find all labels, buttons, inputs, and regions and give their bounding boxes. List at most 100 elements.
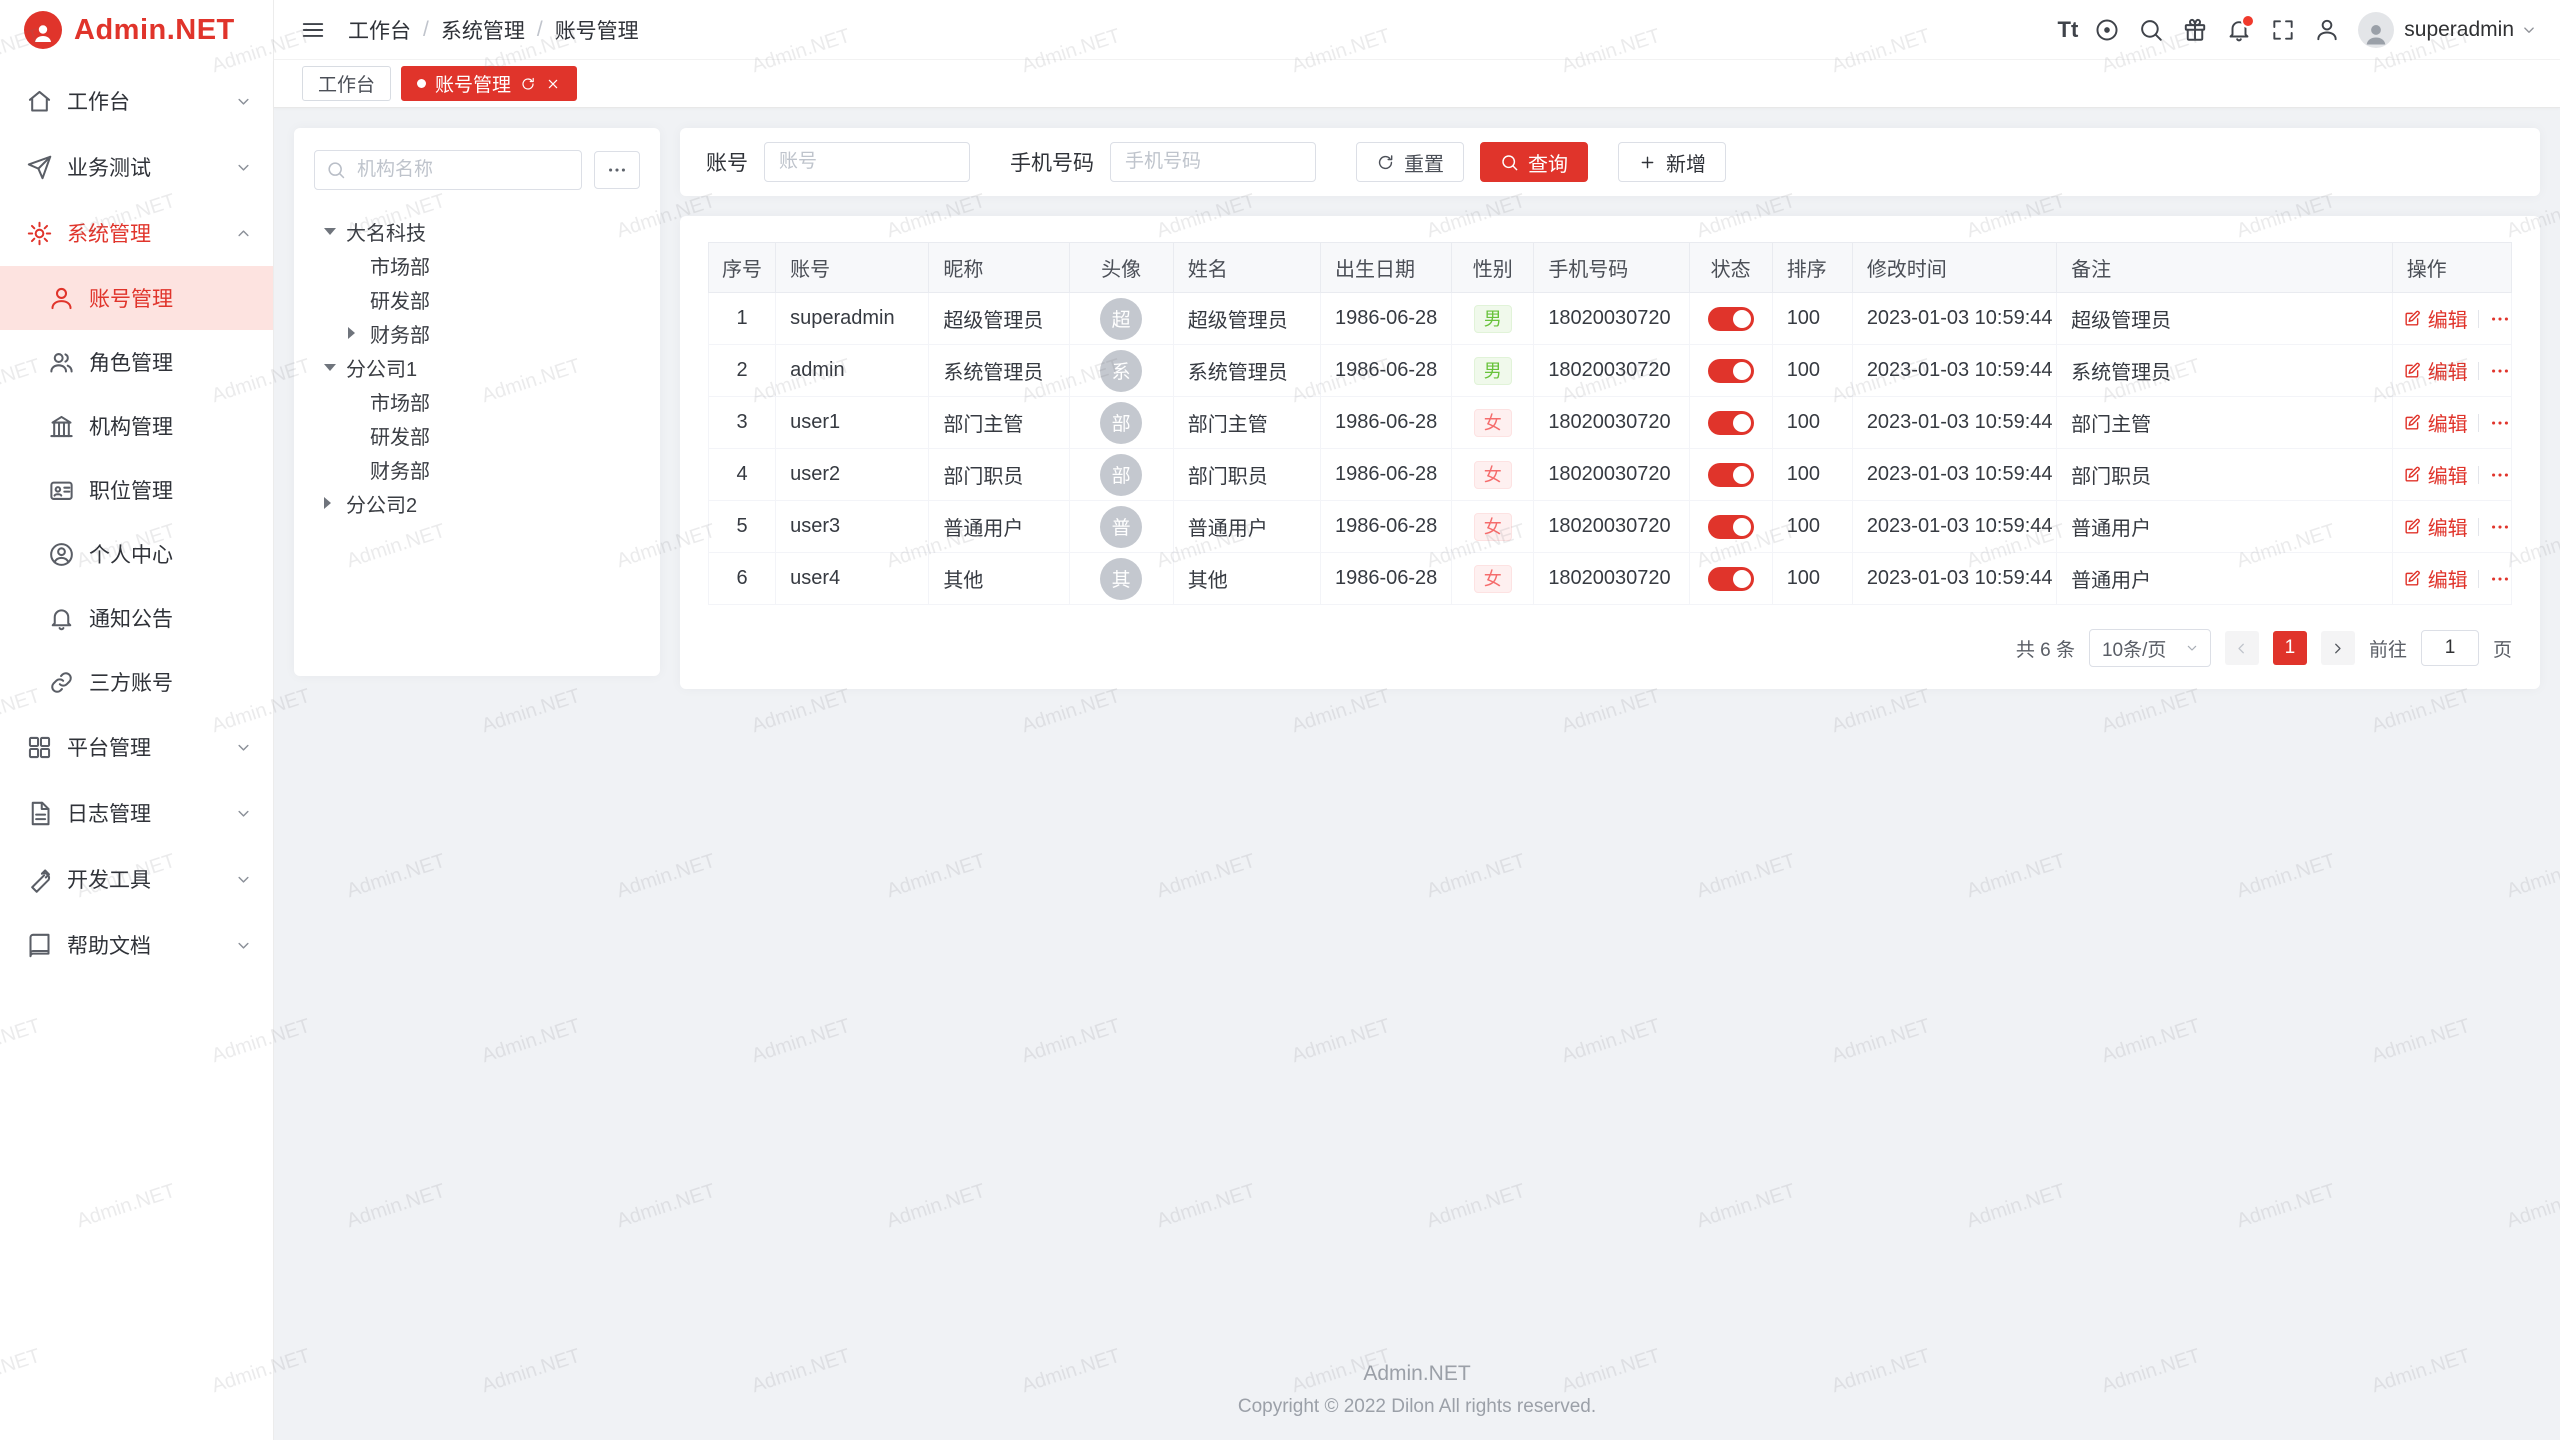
- org-search-input[interactable]: [314, 150, 582, 190]
- edit-button[interactable]: 编辑: [2403, 460, 2468, 489]
- sidebar-item-org-management[interactable]: 机构管理: [0, 394, 273, 458]
- gender-badge: 男: [1474, 305, 1512, 333]
- sidebar-item-position-management[interactable]: 职位管理: [0, 458, 273, 522]
- tree-node[interactable]: 研发部: [314, 282, 640, 316]
- hamburger-icon[interactable]: [300, 17, 326, 43]
- toggle-knob: [1733, 362, 1751, 380]
- breadcrumb-item[interactable]: 工作台: [348, 15, 411, 45]
- sidebar-item-notice-announcement[interactable]: 通知公告: [0, 586, 273, 650]
- tree-node[interactable]: 财务部: [314, 316, 640, 350]
- page-footer: Admin.NET Copyright © 2022 Dilon All rig…: [274, 1362, 2560, 1440]
- column-header: 修改时间: [1852, 243, 2056, 293]
- tree-node[interactable]: 财务部: [314, 452, 640, 486]
- caret-down-icon[interactable]: [324, 364, 346, 371]
- account-info-icon[interactable]: [2306, 9, 2348, 51]
- sidebar-item-dev-tools[interactable]: 开发工具: [0, 846, 273, 912]
- tree-node[interactable]: 分公司2: [314, 486, 640, 520]
- column-header: 头像: [1069, 243, 1173, 293]
- caret-right-icon[interactable]: [348, 327, 370, 339]
- page-number-1[interactable]: 1: [2273, 631, 2307, 665]
- gender-badge: 女: [1474, 513, 1512, 541]
- sidebar-item-third-party-account[interactable]: 三方账号: [0, 650, 273, 714]
- cell-name: 其他: [1173, 553, 1320, 605]
- next-page-button[interactable]: [2321, 631, 2355, 665]
- tree-node[interactable]: 大名科技: [314, 214, 640, 248]
- more-actions-button[interactable]: [2489, 412, 2511, 434]
- sidebar-item-personal-center[interactable]: 个人中心: [0, 522, 273, 586]
- more-actions-button[interactable]: [2489, 464, 2511, 486]
- tree-node[interactable]: 分公司1: [314, 350, 640, 384]
- account-input[interactable]: [764, 142, 970, 182]
- notification-icon[interactable]: [2218, 9, 2260, 51]
- caret-right-icon[interactable]: [324, 497, 346, 509]
- breadcrumb-item[interactable]: 系统管理: [441, 15, 525, 45]
- cell-status: [1689, 345, 1772, 397]
- tab-工作台[interactable]: 工作台: [302, 66, 391, 101]
- sidebar-item-log-management[interactable]: 日志管理: [0, 780, 273, 846]
- chevron-down-icon: [2520, 21, 2538, 39]
- role-icon: [48, 349, 75, 376]
- cell-account: user3: [776, 501, 929, 553]
- tree-node[interactable]: 研发部: [314, 418, 640, 452]
- cell-account: user4: [776, 553, 929, 605]
- search-icon[interactable]: [2130, 9, 2172, 51]
- sidebar-item-account-management[interactable]: 账号管理: [0, 266, 273, 330]
- status-toggle[interactable]: [1708, 307, 1754, 331]
- sidebar-item-role-management[interactable]: 角色管理: [0, 330, 273, 394]
- fullscreen-icon[interactable]: [2262, 9, 2304, 51]
- action-divider: [2478, 518, 2479, 536]
- reset-button[interactable]: 重置: [1356, 142, 1464, 182]
- sidebar-item-workbench[interactable]: 工作台: [0, 68, 273, 134]
- prev-page-button[interactable]: [2225, 631, 2259, 665]
- cell-modified-time: 2023-01-03 10:59:44: [1852, 293, 2056, 345]
- status-toggle[interactable]: [1708, 567, 1754, 591]
- sidebar-item-business-test[interactable]: 业务测试: [0, 134, 273, 200]
- chevron-down-icon: [234, 936, 253, 955]
- edit-button[interactable]: 编辑: [2403, 564, 2468, 593]
- cell-phone: 18020030720: [1534, 501, 1689, 553]
- theme-icon[interactable]: [2086, 9, 2128, 51]
- gift-icon[interactable]: [2174, 9, 2216, 51]
- search-button[interactable]: 查询: [1480, 142, 1588, 182]
- more-actions-button[interactable]: [2489, 360, 2511, 382]
- home-icon: [26, 88, 53, 115]
- phone-input[interactable]: [1110, 142, 1316, 182]
- more-actions-button[interactable]: [2489, 308, 2511, 330]
- cell-sort: 100: [1772, 553, 1852, 605]
- column-header: 排序: [1772, 243, 1852, 293]
- status-toggle[interactable]: [1708, 359, 1754, 383]
- status-toggle[interactable]: [1708, 515, 1754, 539]
- add-button[interactable]: 新增: [1618, 142, 1726, 182]
- refresh-icon[interactable]: [520, 76, 536, 92]
- user-menu[interactable]: superadmin: [2358, 12, 2538, 48]
- tree-node[interactable]: 市场部: [314, 384, 640, 418]
- active-tab-dot: [417, 79, 426, 88]
- breadcrumb-item[interactable]: 账号管理: [555, 15, 639, 45]
- caret-down-icon[interactable]: [324, 228, 346, 235]
- edit-button[interactable]: 编辑: [2403, 408, 2468, 437]
- close-icon[interactable]: [545, 76, 561, 92]
- tab-账号管理[interactable]: 账号管理: [401, 66, 577, 101]
- page-size-select[interactable]: 10条/页: [2089, 629, 2211, 667]
- footer-copyright: Copyright © 2022 Dilon All rights reserv…: [274, 1396, 2560, 1418]
- sidebar-item-help-docs[interactable]: 帮助文档: [0, 912, 273, 978]
- text-size-icon[interactable]: Tt: [2052, 9, 2085, 51]
- status-toggle[interactable]: [1708, 463, 1754, 487]
- sidebar-item-platform-management[interactable]: 平台管理: [0, 714, 273, 780]
- edit-button[interactable]: 编辑: [2403, 304, 2468, 333]
- table-row: 2admin系统管理员系系统管理员1986-06-28男180200307201…: [709, 345, 2512, 397]
- tree-more-button[interactable]: [594, 151, 640, 189]
- more-actions-button[interactable]: [2489, 516, 2511, 538]
- more-actions-button[interactable]: [2489, 568, 2511, 590]
- edit-button[interactable]: 编辑: [2403, 512, 2468, 541]
- cell-nickname: 普通用户: [929, 501, 1069, 553]
- chevron-down-icon: [234, 804, 253, 823]
- edit-button[interactable]: 编辑: [2403, 356, 2468, 385]
- goto-page-input[interactable]: [2421, 630, 2479, 666]
- status-toggle[interactable]: [1708, 411, 1754, 435]
- tree-node[interactable]: 市场部: [314, 248, 640, 282]
- app-title: Admin.NET: [74, 14, 235, 47]
- sidebar-item-system-management[interactable]: 系统管理: [0, 200, 273, 266]
- cell-status: [1689, 449, 1772, 501]
- cell-sort: 100: [1772, 501, 1852, 553]
